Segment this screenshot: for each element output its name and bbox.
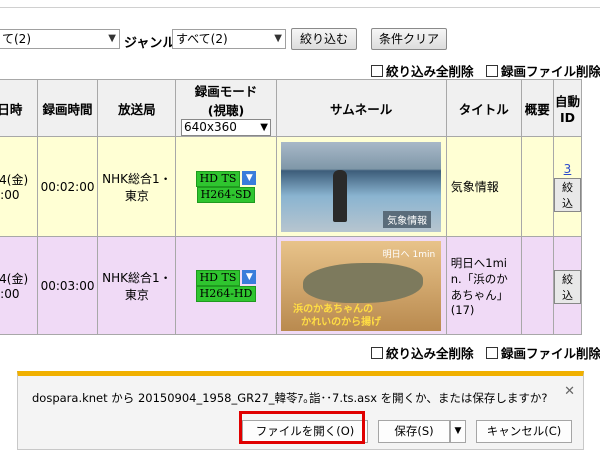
mode-tag[interactable]: HD TS: [195, 269, 241, 286]
cell-title: 明日へ1mi n.「浜のか あちゃん」 (17): [445, 236, 522, 335]
header-auto-line2: ID: [559, 110, 575, 125]
time-line: :00: [0, 188, 20, 202]
header-mode-line2: (視聴): [207, 102, 245, 118]
delete-all-filter-checkbox[interactable]: 絞り込み全削除: [371, 61, 474, 80]
cell-title: 気象情報: [445, 136, 522, 237]
mode-select-value: 640x360: [183, 119, 237, 134]
genre-select[interactable]: すべて(2) ▼: [172, 29, 286, 49]
header-auto-line1: 自動: [554, 94, 580, 109]
header-datetime[interactable]: 日時: [0, 79, 38, 137]
cell-station: NHK総合1・ 東京: [97, 136, 177, 237]
cell-station: NHK総合1・ 東京: [97, 236, 177, 335]
download-message: dospara.knet から 20150904_1958_GR27_韓苓ｱ｡詣…: [32, 391, 548, 405]
header-station[interactable]: 放送局: [97, 79, 177, 137]
cell-duration: 00:02:00: [36, 136, 99, 237]
header-thumbnail[interactable]: サムネール: [275, 79, 447, 137]
cell-auto-id: 3 絞込: [552, 136, 583, 237]
station-line: 東京: [124, 287, 149, 302]
title-line: あちゃん」: [450, 287, 509, 302]
table-row: 04(金) :00 00:03:00 NHK総合1・ 東京 HD TS▼ H26…: [0, 236, 583, 335]
checkbox-label: 録画ファイル削除: [501, 64, 600, 79]
header-duration[interactable]: 録画時間: [36, 79, 99, 137]
station-line: NHK総合1・: [102, 171, 172, 186]
station-line: NHK総合1・: [102, 270, 172, 285]
save-options-chevron-icon[interactable]: ▼: [450, 420, 466, 443]
save-button[interactable]: 保存(S): [378, 420, 450, 443]
chevron-down-icon: ▼: [108, 33, 116, 44]
thumbnail-caption: かれいのから揚げ: [301, 316, 382, 328]
cell-duration: 00:03:00: [36, 236, 99, 335]
date-line: 04(金): [0, 173, 29, 187]
thumbnail-fish: [303, 262, 424, 303]
auto-filter-button[interactable]: 絞込: [553, 177, 581, 212]
chevron-down-icon: ▼: [274, 33, 282, 44]
time-line: :00: [0, 287, 20, 301]
cell-datetime: 04(金) :00: [0, 136, 38, 237]
highlight-box: [239, 411, 365, 444]
mode-tag[interactable]: HD TS: [195, 170, 241, 187]
bulk-actions-top: 絞り込み全削除 録画ファイル削除: [0, 61, 600, 79]
auto-filter-button[interactable]: 絞込: [553, 269, 581, 304]
cell-auto-id: 絞込: [552, 236, 583, 335]
cell-mode: HD TS ▼ H264-HD: [175, 236, 277, 335]
channel-select[interactable]: て(2) ▼: [0, 29, 120, 49]
thumbnail-image[interactable]: 気象情報: [281, 141, 442, 232]
checkbox-box[interactable]: [371, 64, 383, 77]
title-line: 明日へ1mi: [450, 255, 507, 270]
thumbnail-figure: [333, 169, 348, 222]
thumbnail-caption: 明日へ 1min: [382, 249, 436, 260]
station-line: 東京: [124, 188, 149, 203]
recordings-table: 日時 録画時間 放送局 録画モード (視聴) 640x360 ▼ サムネール タ…: [0, 79, 583, 335]
cell-thumbnail: 気象情報: [275, 136, 447, 237]
cell-datetime: 04(金) :00: [0, 236, 38, 335]
title-line: (17): [450, 302, 475, 317]
filter-button[interactable]: 絞り込む: [291, 28, 357, 50]
chevron-down-icon: ▼: [260, 121, 268, 133]
header-summary[interactable]: 概要: [520, 79, 554, 137]
mode-tag[interactable]: H264-SD: [196, 186, 256, 203]
close-icon[interactable]: ✕: [564, 384, 575, 399]
delete-all-filter-checkbox[interactable]: 絞り込み全削除: [371, 343, 474, 362]
checkbox-label: 絞り込み全削除: [386, 346, 474, 361]
table-row: 04(金) :00 00:02:00 NHK総合1・ 東京 HD TS▼ H26…: [0, 136, 583, 237]
cell-mode: HD TS ▼ H264-SD: [175, 136, 277, 237]
dropdown-arrow-icon[interactable]: ▼: [242, 170, 257, 185]
mode-tag[interactable]: H264-HD: [195, 285, 257, 302]
header-mode: 録画モード (視聴) 640x360 ▼: [175, 79, 277, 137]
checkbox-box[interactable]: [486, 346, 498, 359]
checkbox-label: 録画ファイル削除: [501, 346, 600, 361]
checkbox-box[interactable]: [371, 346, 383, 359]
cell-summary: [520, 236, 554, 335]
checkbox-box[interactable]: [486, 64, 498, 77]
filter-bar: て(2) ▼ ジャンル すべて(2) ▼ 絞り込む 条件クリア: [0, 28, 600, 52]
thumbnail-caption: 気象情報: [383, 210, 432, 228]
date-line: 04(金): [0, 272, 29, 286]
checkbox-label: 絞り込み全削除: [386, 64, 474, 79]
mode-select[interactable]: 640x360 ▼: [180, 118, 271, 136]
channel-select-value: て(2): [2, 32, 31, 46]
bulk-actions-bottom: 絞り込み全削除 録画ファイル削除: [0, 343, 600, 361]
header-mode-line1: 録画モード: [194, 83, 258, 99]
header-title[interactable]: タイトル: [445, 79, 522, 137]
delete-recording-file-checkbox[interactable]: 録画ファイル削除: [486, 343, 600, 362]
genre-select-value: すべて(2): [176, 32, 228, 46]
cancel-button[interactable]: キャンセル(C): [476, 420, 572, 443]
title-line: n.「浜のか: [450, 271, 508, 286]
header-auto-id: 自動 ID: [552, 79, 583, 137]
clear-conditions-button[interactable]: 条件クリア: [371, 28, 447, 50]
table-header-row: 日時 録画時間 放送局 録画モード (視聴) 640x360 ▼ サムネール タ…: [0, 79, 583, 137]
thumbnail-image[interactable]: 明日へ 1min 浜のかあちゃんの かれいのから揚げ: [281, 240, 442, 331]
top-divider: [0, 0, 600, 8]
dropdown-arrow-icon[interactable]: ▼: [242, 269, 257, 284]
auto-id-link[interactable]: 3: [554, 162, 581, 176]
delete-recording-file-checkbox[interactable]: 録画ファイル削除: [486, 61, 600, 80]
genre-label: ジャンル: [124, 36, 176, 51]
cell-thumbnail: 明日へ 1min 浜のかあちゃんの かれいのから揚げ: [275, 236, 447, 335]
cell-summary: [520, 136, 554, 237]
